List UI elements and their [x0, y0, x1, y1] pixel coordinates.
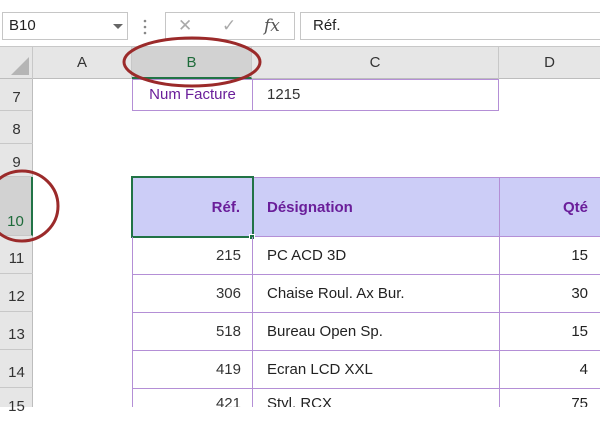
- row-10-highlight-ellipse: [0, 169, 60, 243]
- column-b-highlight-ellipse: [122, 36, 262, 88]
- annotation-overlay: [0, 36, 262, 243]
